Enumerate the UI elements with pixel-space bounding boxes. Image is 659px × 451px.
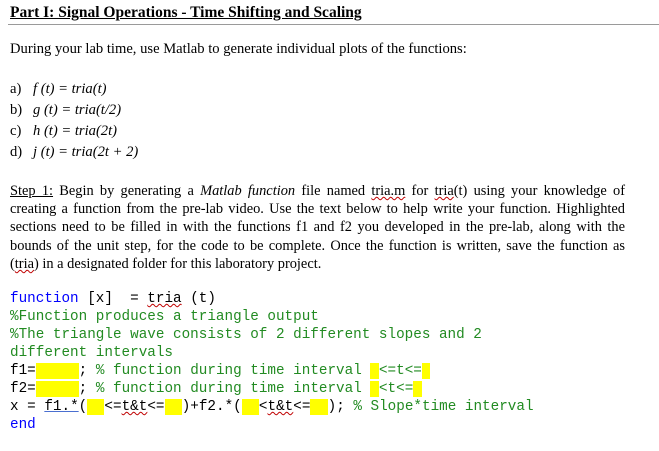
file-name: tria.m: [371, 183, 406, 199]
fill-in-blank[interactable]: [241, 399, 259, 415]
code-comment: % function during time interval: [95, 363, 371, 379]
fill-in-blank[interactable]: [413, 381, 422, 397]
fill-in-blank[interactable]: [310, 399, 328, 415]
function-item-a: a) f (t) = tria(t): [10, 81, 106, 98]
keyword-function: function: [10, 291, 79, 307]
code-comment-line: %The triangle wave consists of 2 differe…: [10, 327, 482, 343]
code-comment: % function during time interval: [95, 381, 371, 397]
keyword-end: end: [10, 417, 36, 433]
function-label: a): [10, 81, 22, 97]
code-term: t&t: [267, 399, 294, 415]
function-item-c: c) h (t) = tria(2t): [10, 123, 117, 140]
function-expression: h (t) = tria(2t): [33, 123, 118, 139]
code-line-signature: function [x] = tria (t): [10, 291, 216, 307]
code-function-name: tria: [147, 291, 182, 307]
fill-in-blank[interactable]: [87, 399, 105, 415]
fill-in-blank[interactable]: [370, 381, 379, 397]
function-expression: f (t) = tria(t): [33, 81, 107, 97]
code-comment-line: different intervals: [10, 345, 174, 361]
function-item-d: d) j (t) = tria(2t + 2): [10, 144, 138, 161]
title-divider: [8, 24, 659, 25]
function-item-b: b) g (t) = tria(t/2): [10, 102, 121, 119]
code-comment-line: %Function produces a triangle output: [10, 309, 319, 325]
code-line-f1: f1= ; % function during time interval <=…: [10, 362, 431, 380]
section-title: Part I: Signal Operations - Time Shiftin…: [10, 4, 362, 21]
function-label: c): [10, 123, 22, 139]
fill-in-blank[interactable]: [164, 399, 182, 415]
function-label: d): [10, 144, 23, 160]
code-line-f2: f2= ; % function during time interval <t…: [10, 380, 422, 398]
function-label: b): [10, 102, 23, 118]
step1-paragraph: Step 1: Begin by generating a Matlab fun…: [10, 183, 625, 272]
code-line-x: x = f1.*( <=t&t<= )+f2.*( <t&t<= ); % Sl…: [10, 399, 534, 415]
fill-in-blank[interactable]: [35, 363, 79, 379]
code-comment: % Slope*time interval: [353, 399, 534, 415]
fill-in-blank[interactable]: [370, 363, 379, 379]
function-name: tria: [14, 255, 34, 272]
code-term-f1: f1.*: [44, 399, 79, 415]
fill-in-blank[interactable]: [35, 381, 79, 397]
intro-paragraph: During your lab time, use Matlab to gene…: [10, 41, 467, 57]
function-expression: g (t) = tria(t/2): [33, 102, 122, 118]
fill-in-blank[interactable]: [421, 363, 431, 379]
emphasis-text: Matlab function: [200, 183, 296, 199]
code-term: t&t: [121, 399, 148, 415]
step-label: Step 1:: [10, 183, 54, 199]
function-expression: j (t) = tria(2t + 2): [33, 144, 139, 160]
function-name: tria: [434, 183, 454, 199]
